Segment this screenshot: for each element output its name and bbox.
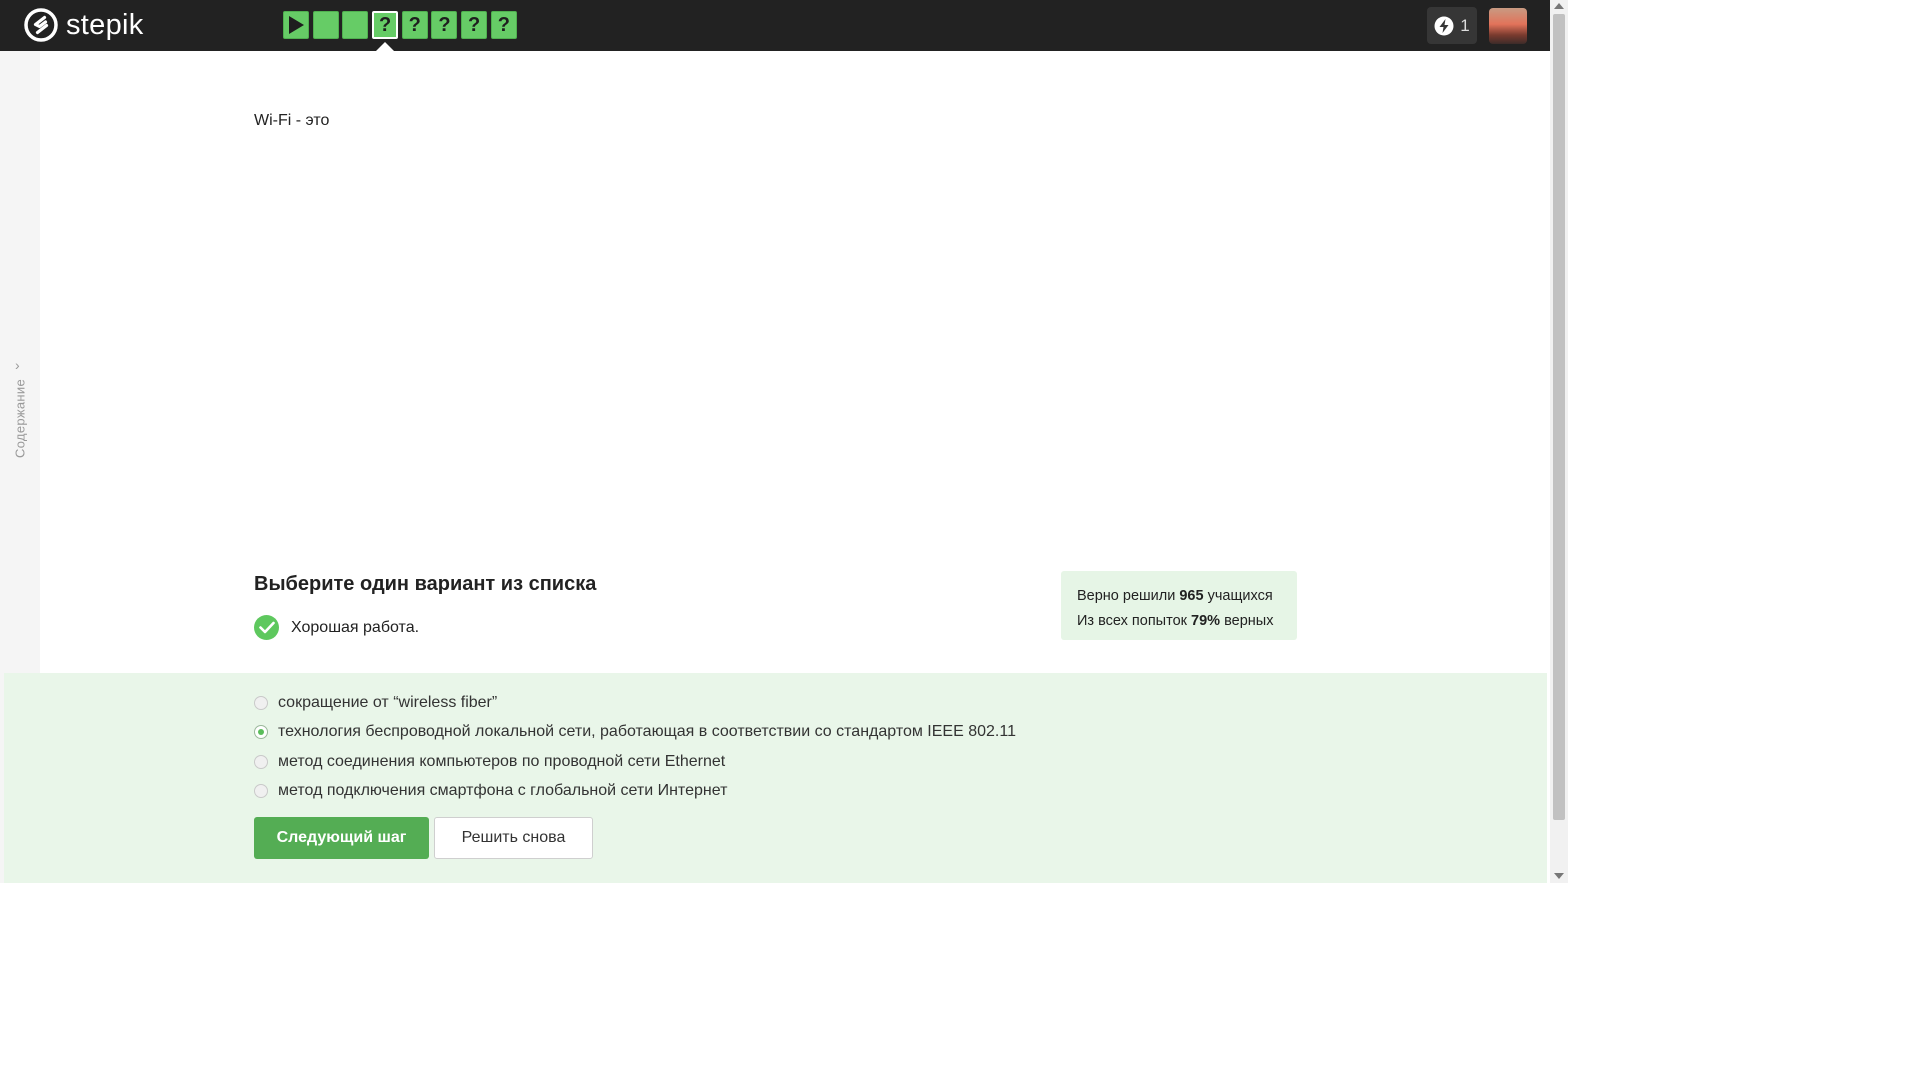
streak-button[interactable]: 1 (1427, 7, 1477, 44)
stats-panel: Верно решили 965 учащихся Из всех попыто… (1061, 571, 1297, 640)
feedback-text: Хорошая работа. (291, 618, 420, 636)
correct-percent: 79% (1191, 612, 1221, 629)
step-video[interactable] (283, 11, 309, 39)
brand-name: stepik (66, 8, 144, 41)
step-quiz[interactable]: ? (431, 11, 458, 39)
stats-correct-prefix: Из всех попыток (1077, 612, 1192, 629)
task-title: Выберите один вариант из списка (254, 573, 597, 595)
chevron-right-icon: › (15, 357, 20, 373)
step-quiz[interactable]: ? (461, 11, 488, 39)
radio-button[interactable] (254, 754, 268, 769)
question-mark: ? (408, 13, 421, 36)
option-label: метод подключения смартфона с глобальной… (278, 782, 728, 800)
radio-button[interactable] (254, 784, 268, 799)
option-label: метод соединения компьютеров по проводно… (278, 752, 726, 770)
stats-solved-line: Верно решили 965 учащихся (1077, 584, 1297, 609)
stats-solved-prefix: Верно решили (1077, 588, 1180, 604)
step-text-2[interactable] (342, 11, 369, 39)
radio-button-selected[interactable] (254, 725, 268, 740)
question-text: Wi-Fi - это (254, 112, 330, 129)
feedback-message: Хорошая работа. (254, 615, 419, 640)
step-quiz-current[interactable]: ? (372, 11, 399, 39)
scroll-up-arrow-icon[interactable] (1554, 3, 1564, 9)
option-item[interactable]: сокращение от “wireless fiber” (254, 688, 1016, 718)
step-quiz[interactable]: ? (490, 11, 517, 39)
toc-label: Содержание (12, 379, 28, 458)
stats-correct-line: Из всех попыток 79% верных (1077, 609, 1297, 634)
stats-solved-suffix: учащихся (1203, 588, 1273, 604)
question-mark: ? (468, 13, 481, 36)
lesson-steps-bar: ? ? ? ? ? (283, 11, 521, 39)
option-label: сокращение от “wireless fiber” (278, 693, 498, 711)
option-label: технология беспроводной локальной сети, … (278, 723, 1016, 741)
question-mark: ? (438, 13, 451, 36)
option-item[interactable]: метод соединения компьютеров по проводно… (254, 747, 1016, 777)
stepik-logo[interactable]: stepik (24, 8, 144, 42)
user-avatar[interactable] (1489, 8, 1527, 44)
radio-button[interactable] (254, 695, 268, 710)
check-circle-icon (254, 615, 279, 640)
step-quiz[interactable]: ? (401, 11, 428, 39)
stats-correct-suffix: верных (1220, 612, 1274, 629)
stepik-logo-icon (24, 8, 58, 42)
next-step-button[interactable]: Следующий шаг (254, 817, 429, 859)
step-text-1[interactable] (312, 11, 339, 39)
options-list: сокращение от “wireless fiber” технологи… (254, 688, 1016, 806)
play-icon (289, 16, 304, 34)
current-step-pointer (375, 42, 395, 52)
option-item[interactable]: метод подключения смартфона с глобальной… (254, 777, 1016, 807)
question-mark: ? (378, 13, 392, 36)
solve-again-button[interactable]: Решить снова (434, 817, 593, 859)
scrollbar-thumb[interactable] (1553, 14, 1565, 820)
top-navigation-bar: stepik ? ? ? ? ? 1 (0, 0, 1550, 51)
streak-count: 1 (1460, 15, 1470, 35)
option-item[interactable]: технология беспроводной локальной сети, … (254, 718, 1016, 748)
question-mark: ? (497, 13, 510, 36)
solved-count: 965 (1179, 588, 1204, 604)
scroll-down-arrow-icon[interactable] (1554, 873, 1564, 879)
lightning-icon (1434, 16, 1454, 35)
scrollbar[interactable] (1550, 0, 1568, 883)
toc-toggle[interactable]: › Содержание (10, 351, 30, 471)
